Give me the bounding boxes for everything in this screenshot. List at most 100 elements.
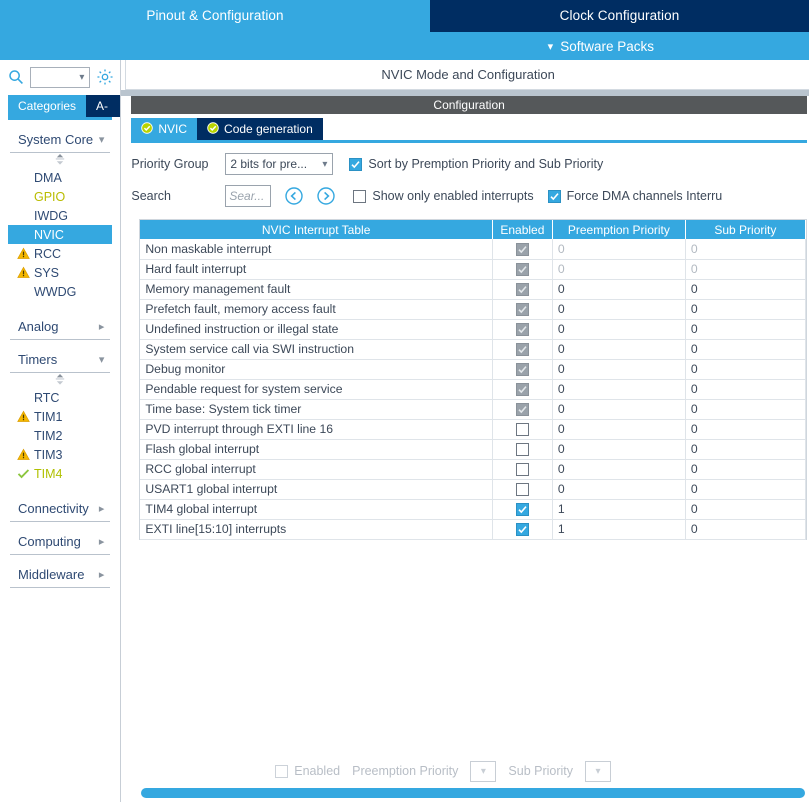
footer-enabled-checkbox[interactable]: Enabled: [275, 764, 340, 778]
gear-icon[interactable]: [96, 68, 114, 86]
cell-sub-priority[interactable]: 0: [685, 339, 806, 360]
sidebar-tab-a-to-z[interactable]: A->Z: [86, 95, 121, 135]
cell-sub-priority[interactable]: 0: [685, 359, 806, 380]
cell-enabled-checkbox[interactable]: [492, 499, 553, 520]
sidebar-group-header-connectivity[interactable]: Connectivity ▸: [8, 497, 112, 521]
sidebar-group-divider: [10, 339, 111, 340]
column-header-enabled[interactable]: Enabled: [492, 220, 553, 239]
cell-enabled-checkbox[interactable]: [492, 439, 553, 460]
sidebar-group-header-timers[interactable]: Timers ▾: [8, 348, 112, 372]
cell-preemption-priority[interactable]: 1: [552, 499, 686, 520]
check-circle-icon: [207, 121, 219, 137]
table-row[interactable]: EXTI line[15:10] interrupts 1 0: [140, 519, 806, 540]
show-only-enabled-checkbox[interactable]: Show only enabled interrupts: [353, 189, 534, 203]
cell-sub-priority[interactable]: 0: [685, 479, 806, 500]
sidebar-group-header-middleware[interactable]: Middleware ▸: [8, 563, 112, 587]
column-header-sub[interactable]: Sub Priority: [685, 220, 806, 239]
column-header-name[interactable]: NVIC Interrupt Table: [140, 220, 493, 239]
cell-preemption-priority[interactable]: 0: [552, 299, 686, 320]
cell-preemption-priority[interactable]: 1: [552, 519, 686, 540]
table-row[interactable]: PVD interrupt through EXTI line 16 0 0: [140, 419, 806, 440]
table-row[interactable]: USART1 global interrupt 0 0: [140, 479, 806, 500]
table-row[interactable]: System service call via SWI instruction 0…: [140, 339, 806, 360]
sidebar-tab-categories[interactable]: Categories: [8, 95, 87, 117]
sidebar-group-header-system-core[interactable]: System Core ▾: [8, 128, 112, 152]
cell-enabled-checkbox[interactable]: [492, 419, 553, 440]
cell-sub-priority[interactable]: 0: [685, 499, 806, 520]
table-row[interactable]: Hard fault interrupt 0 0: [140, 259, 806, 280]
table-row[interactable]: Memory management fault 0 0: [140, 279, 806, 300]
table-row[interactable]: RCC global interrupt 0 0: [140, 459, 806, 480]
tab-clock-configuration[interactable]: Clock Configuration: [430, 0, 809, 32]
cell-sub-priority[interactable]: 0: [685, 419, 806, 440]
sidebar-item-label: RCC: [34, 246, 62, 261]
sidebar-scroll-spinner-icon[interactable]: [8, 373, 112, 388]
sidebar-item-tim2[interactable]: TIM2: [8, 426, 112, 445]
table-row[interactable]: Debug monitor 0 0: [140, 359, 806, 380]
sidebar-item-rcc[interactable]: RCC: [8, 244, 112, 263]
cell-preemption-priority[interactable]: 0: [552, 399, 686, 420]
cell-enabled-checkbox: [492, 379, 553, 400]
software-packs-bar[interactable]: ▾ Software Packs: [0, 32, 809, 60]
arrow-right-circle-icon[interactable]: [317, 187, 336, 205]
sidebar-item-tim3[interactable]: TIM3: [8, 445, 112, 464]
column-header-preemption[interactable]: Preemption Priority: [552, 220, 686, 239]
sidebar-group-system-core: System Core ▾ DMA GPIO IWDG NVIC RCC SYS WWDG: [8, 128, 113, 307]
sidebar-item-tim1[interactable]: TIM1: [8, 407, 112, 426]
sidebar-item-gpio[interactable]: GPIO: [8, 187, 112, 206]
cell-sub-priority[interactable]: 0: [685, 519, 806, 540]
cell-preemption-priority[interactable]: 0: [552, 319, 686, 340]
sidebar-item-nvic[interactable]: NVIC: [8, 225, 113, 244]
table-row[interactable]: Non maskable interrupt 0 0: [140, 239, 806, 260]
cell-sub-priority[interactable]: 0: [685, 379, 806, 400]
tab-code-generation[interactable]: Code generation: [197, 118, 323, 140]
sidebar-scroll-spinner-icon[interactable]: [8, 153, 112, 168]
force-dma-checkbox[interactable]: Force DMA channels Interru: [547, 189, 722, 203]
sidebar-item-wwdg[interactable]: WWDG: [8, 282, 112, 301]
footer-enabled-label: Enabled: [294, 764, 341, 778]
sidebar-item-rtc[interactable]: RTC: [8, 388, 112, 407]
sidebar-item-label: IWDG: [34, 208, 69, 223]
cell-preemption-priority[interactable]: 0: [552, 459, 686, 480]
cell-enabled-checkbox[interactable]: [492, 479, 553, 500]
table-row[interactable]: Pendable request for system service 0 0: [140, 379, 806, 400]
cell-preemption-priority[interactable]: 0: [552, 379, 686, 400]
footer-preemption-select[interactable]: ▾: [470, 760, 497, 782]
priority-group-select[interactable]: 2 bits for pre... ▾: [225, 153, 334, 175]
sidebar-item-label: WWDG: [34, 284, 77, 299]
table-row[interactable]: TIM4 global interrupt 1 0: [140, 499, 806, 520]
table-row[interactable]: Prefetch fault, memory access fault 0 0: [140, 299, 806, 320]
sidebar-search-input[interactable]: ▾: [30, 66, 91, 88]
sidebar-item-tim4[interactable]: TIM4: [8, 464, 112, 483]
cell-preemption-priority[interactable]: 0: [552, 419, 686, 440]
cell-enabled-checkbox[interactable]: [492, 519, 553, 540]
tab-pinout-configuration[interactable]: Pinout & Configuration: [0, 0, 430, 32]
cell-preemption-priority[interactable]: 0: [552, 339, 686, 360]
cell-sub-priority[interactable]: 0: [685, 439, 806, 460]
cell-preemption-priority[interactable]: 0: [552, 439, 686, 460]
cell-preemption-priority[interactable]: 0: [552, 479, 686, 500]
table-row[interactable]: Undefined instruction or illegal state 0 0: [140, 319, 806, 340]
cell-enabled-checkbox[interactable]: [492, 459, 553, 480]
arrow-left-circle-icon[interactable]: [285, 187, 304, 205]
sidebar-item-label: TIM2: [34, 428, 63, 443]
cell-sub-priority[interactable]: 0: [685, 459, 806, 480]
cell-sub-priority[interactable]: 0: [685, 299, 806, 320]
sidebar-group-header-analog[interactable]: Analog ▸: [8, 315, 112, 339]
sort-by-priority-checkbox[interactable]: Sort by Premption Priority and Sub Prior…: [349, 157, 603, 171]
tab-nvic[interactable]: NVIC: [131, 118, 198, 140]
sidebar-item-dma[interactable]: DMA: [8, 168, 112, 187]
cell-sub-priority[interactable]: 0: [685, 319, 806, 340]
cell-sub-priority[interactable]: 0: [685, 399, 806, 420]
sidebar-item-sys[interactable]: SYS: [8, 263, 112, 282]
interrupt-search-input[interactable]: Sear...: [225, 185, 272, 207]
sidebar-item-iwdg[interactable]: IWDG: [8, 206, 112, 225]
cell-sub-priority[interactable]: 0: [685, 279, 806, 300]
footer-sub-select[interactable]: ▾: [585, 760, 612, 782]
cell-preemption-priority[interactable]: 0: [552, 279, 686, 300]
sidebar-item-label: RTC: [34, 390, 60, 405]
table-row[interactable]: Time base: System tick timer 0 0: [140, 399, 806, 420]
table-row[interactable]: Flash global interrupt 0 0: [140, 439, 806, 460]
sidebar-group-header-computing[interactable]: Computing ▸: [8, 530, 112, 554]
cell-preemption-priority[interactable]: 0: [552, 359, 686, 380]
